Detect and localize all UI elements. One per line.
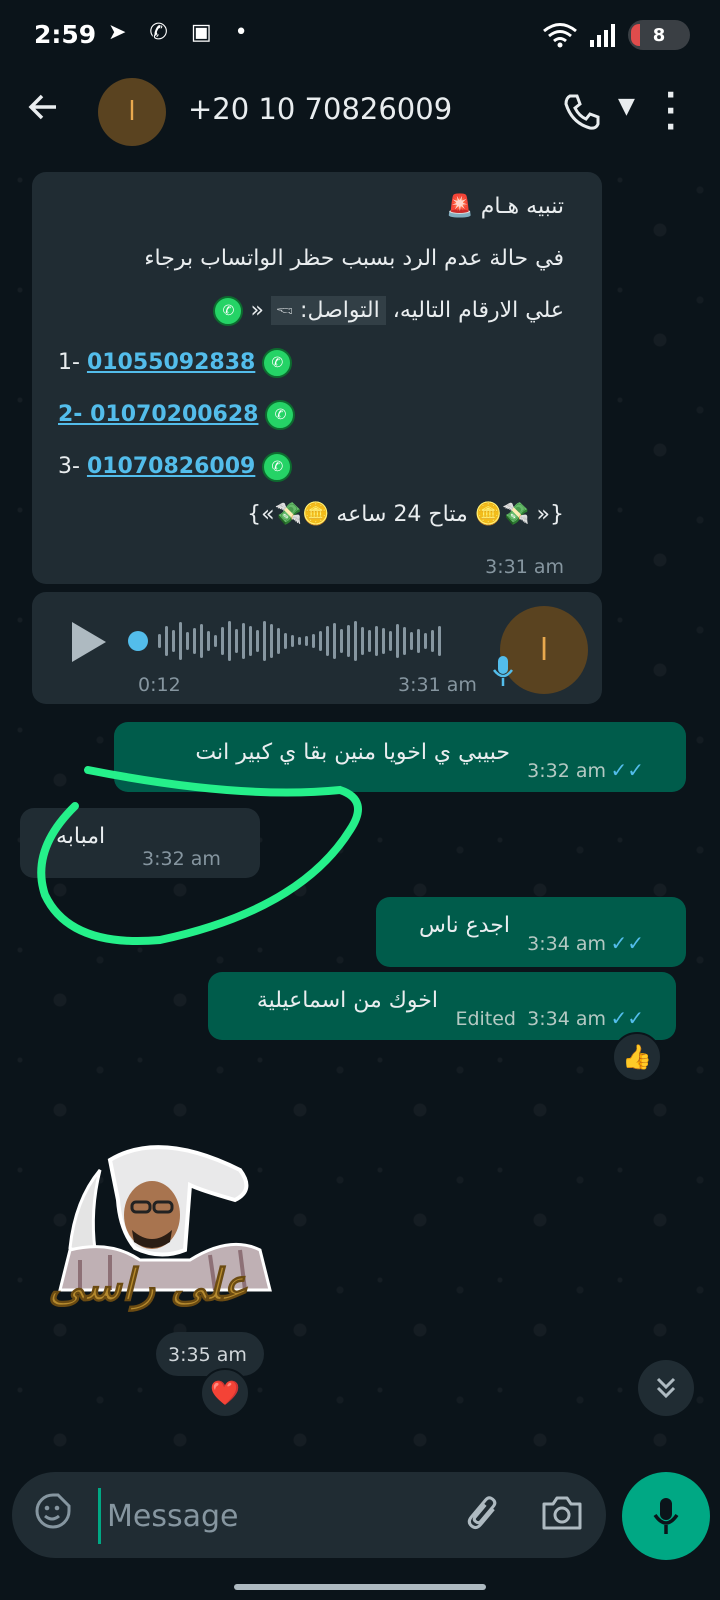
scroll-to-bottom-button[interactable] [638, 1360, 694, 1416]
camera-icon[interactable] [540, 1492, 584, 1532]
highlight-scribble [37, 766, 362, 945]
sticker-icon[interactable] [34, 1492, 72, 1539]
message-composer [12, 1472, 606, 1558]
voice-record-button[interactable] [622, 1472, 710, 1560]
attach-icon[interactable] [455, 1490, 504, 1542]
gesture-bar [234, 1584, 486, 1590]
message-input[interactable] [98, 1488, 449, 1544]
microphone-icon [653, 1498, 679, 1534]
double-chevron-down-icon [656, 1377, 676, 1399]
